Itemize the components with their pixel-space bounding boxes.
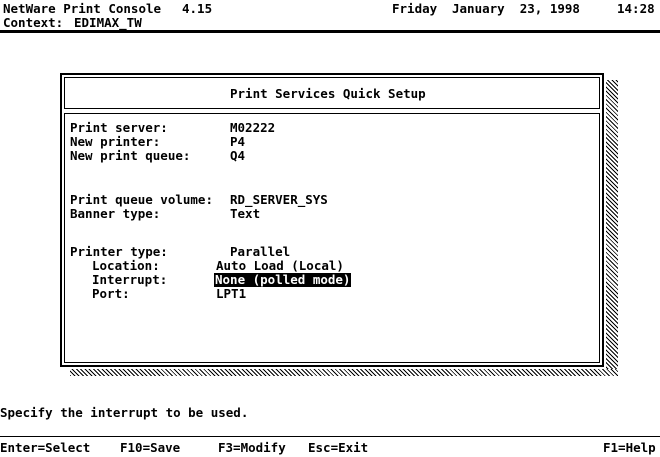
header-day: Friday xyxy=(392,1,438,16)
interrupt-value-selected[interactable]: None (polled mode) xyxy=(214,273,352,287)
new-printer-value[interactable]: P4 xyxy=(230,135,245,149)
window-shadow-bottom xyxy=(70,369,618,376)
print-queue-volume-label: Print queue volume: xyxy=(70,192,213,207)
esc-exit-key[interactable]: Esc=Exit xyxy=(308,441,368,455)
print-server-label: Print server: xyxy=(70,120,168,135)
new-print-queue-value[interactable]: Q4 xyxy=(230,149,245,163)
enter-select-key[interactable]: Enter=Select xyxy=(0,441,90,455)
printer-type-label: Printer type: xyxy=(70,244,168,259)
app-name: NetWare Print Console xyxy=(3,1,162,16)
header-date: January 23, 1998 xyxy=(452,1,580,16)
window-title: Print Services Quick Setup xyxy=(230,86,426,101)
print-server-value[interactable]: M02222 xyxy=(230,121,275,135)
f10-save-key[interactable]: F10=Save xyxy=(120,441,180,455)
f3-modify-key[interactable]: F3=Modify xyxy=(218,441,286,455)
location-value[interactable]: Auto Load (Local) xyxy=(216,259,344,273)
header-divider xyxy=(0,30,660,33)
port-value[interactable]: LPT1 xyxy=(216,287,246,301)
location-label: Location: xyxy=(92,258,160,273)
interrupt-label: Interrupt: xyxy=(92,272,168,287)
new-printer-label: New printer: xyxy=(70,134,161,149)
new-print-queue-label: New print queue: xyxy=(70,148,191,163)
header-time: 14:28 xyxy=(617,1,655,16)
context-value: EDIMAX_TW xyxy=(74,15,142,30)
printer-type-value[interactable]: Parallel xyxy=(230,245,290,259)
port-label: Port: xyxy=(92,286,130,301)
banner-type-value[interactable]: Text xyxy=(230,207,260,221)
window-title-separator xyxy=(64,108,600,114)
context-label: Context: xyxy=(3,15,64,30)
status-hint: Specify the interrupt to be used. xyxy=(0,405,249,420)
print-queue-volume-value[interactable]: RD_SERVER_SYS xyxy=(230,193,328,207)
banner-type-label: Banner type: xyxy=(70,206,161,221)
app-version: 4.15 xyxy=(182,1,213,16)
f1-help-key[interactable]: F1=Help xyxy=(603,441,656,455)
window-shadow-right xyxy=(606,80,618,376)
